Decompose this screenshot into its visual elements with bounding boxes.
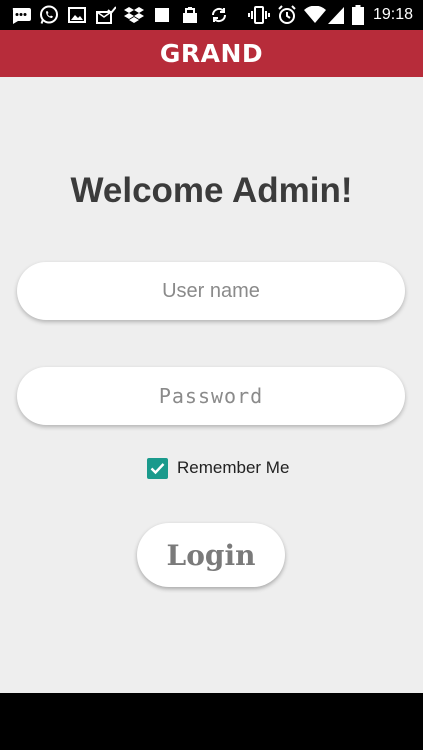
whatsapp-icon <box>39 5 59 24</box>
brand-logo: GRAND <box>159 39 264 68</box>
chat-icon <box>10 6 32 24</box>
dropbox-icon <box>124 6 144 24</box>
battery-icon <box>352 5 364 25</box>
password-field-container <box>17 367 405 425</box>
signal-icon <box>328 6 344 24</box>
login-screen: Welcome Admin! Remember Me Login <box>0 77 423 693</box>
mail-check-icon <box>96 6 116 24</box>
alarm-icon <box>277 5 297 24</box>
remember-me-checkbox[interactable] <box>147 457 168 479</box>
sync-icon <box>209 6 229 24</box>
square-icon <box>155 6 169 24</box>
vibrate-icon <box>248 6 270 24</box>
wifi-icon <box>304 6 326 24</box>
app-bar: GRAND <box>0 30 423 77</box>
username-field-container <box>17 262 405 320</box>
status-time: 19:18 <box>372 6 413 23</box>
username-input[interactable] <box>17 262 405 320</box>
remember-me-label: Remember Me <box>177 458 290 477</box>
password-input[interactable] <box>17 367 405 425</box>
login-button[interactable]: Login <box>137 523 285 587</box>
check-icon <box>150 462 165 474</box>
page-title: Welcome Admin! <box>70 171 353 210</box>
shop-bag-icon <box>181 6 199 24</box>
image-icon <box>68 6 86 24</box>
remember-me-row[interactable]: Remember Me <box>147 457 289 479</box>
navigation-bar <box>0 693 423 750</box>
status-bar: 19:18 <box>0 0 423 30</box>
